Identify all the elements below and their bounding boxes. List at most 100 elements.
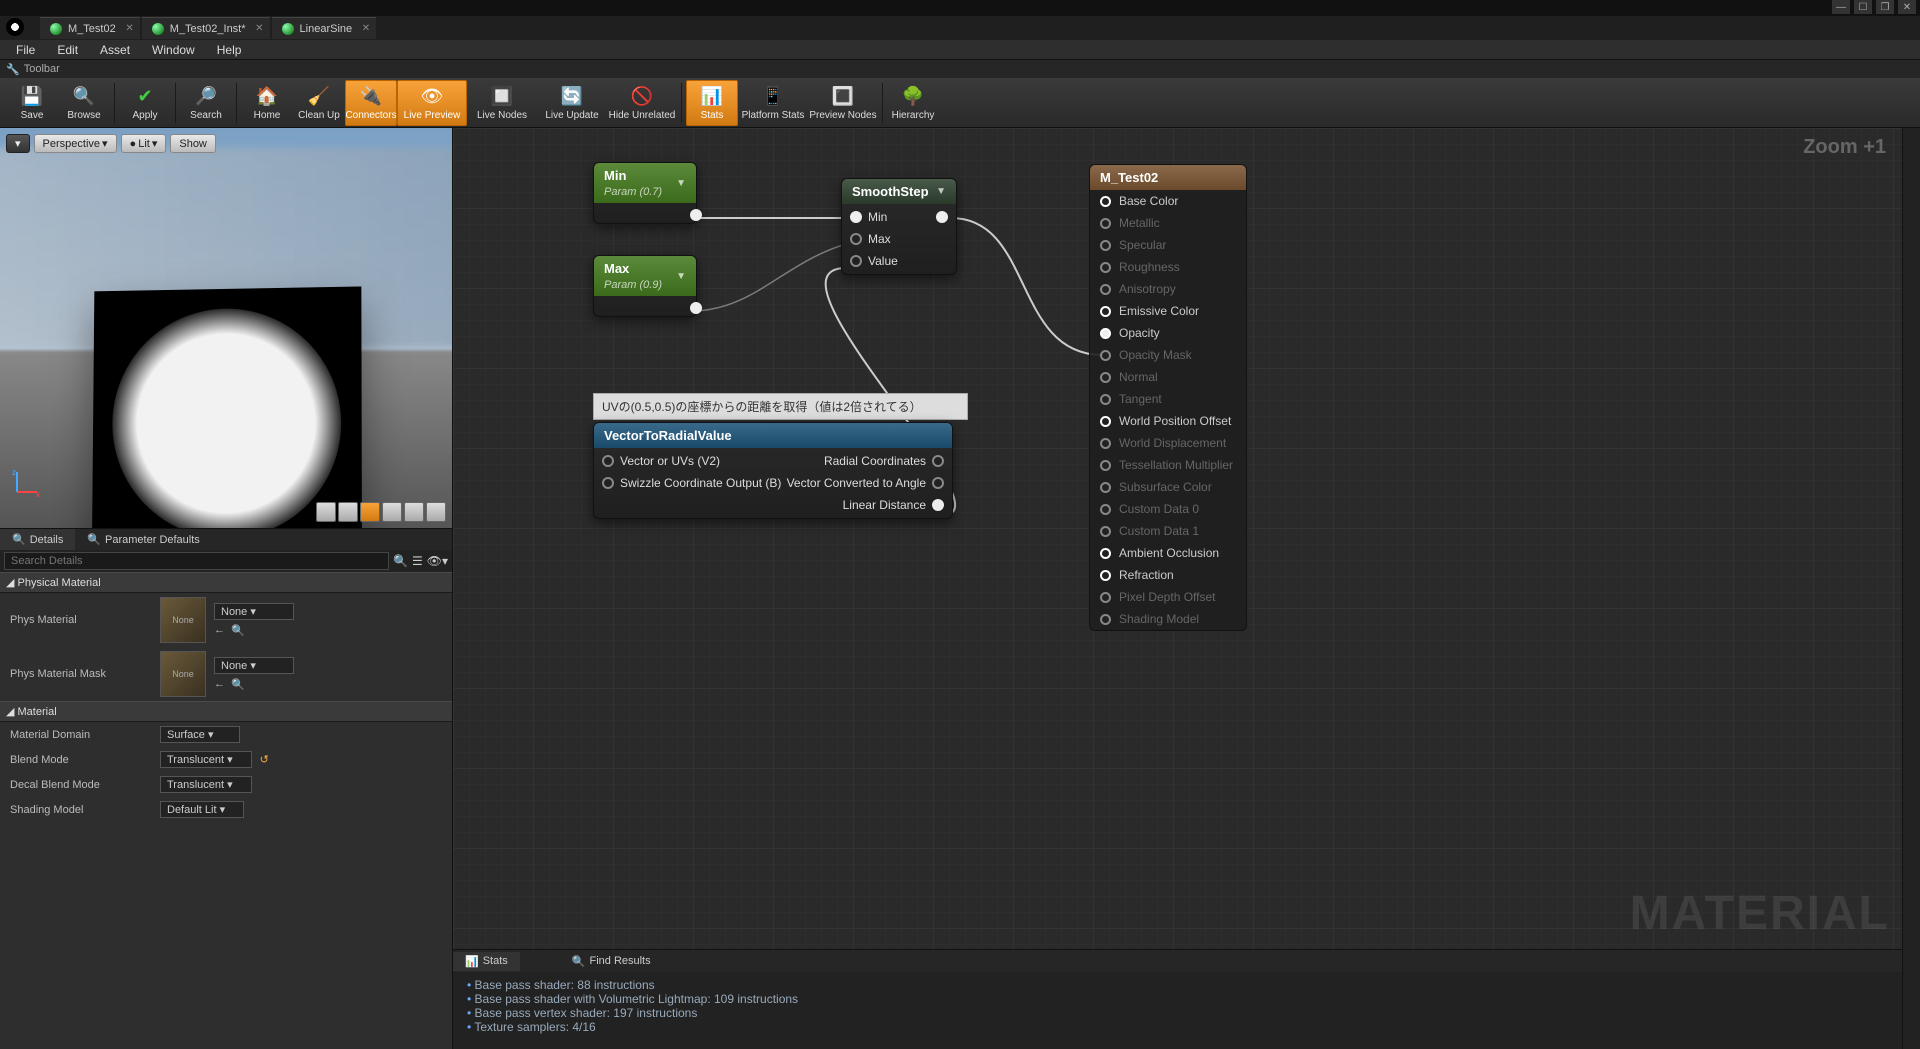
section-physical-material[interactable]: ◢ Physical Material <box>0 572 452 593</box>
document-tab[interactable]: LinearSine✕ <box>272 17 377 39</box>
tab-stats[interactable]: 📊 Stats <box>453 952 520 971</box>
viewport-options-button[interactable]: ▾ <box>6 134 30 153</box>
menu-file[interactable]: File <box>6 41 45 59</box>
pin-label: Opacity Mask <box>1119 348 1192 362</box>
output-pin[interactable] <box>690 209 702 221</box>
button-label: Stats <box>701 110 724 121</box>
menu-asset[interactable]: Asset <box>90 41 140 59</box>
output-pin[interactable] <box>690 302 702 314</box>
result-pin-opacity[interactable]: Opacity <box>1090 322 1246 344</box>
input-pin[interactable] <box>1100 548 1111 559</box>
filter-icon[interactable]: ☰ <box>412 554 423 568</box>
connectors-button[interactable]: 🔌Connectors <box>345 80 397 126</box>
pin-label: Custom Data 1 <box>1119 524 1199 538</box>
hierarchy-button[interactable]: 🌳Hierarchy <box>887 80 939 126</box>
eye-icon[interactable]: 👁▾ <box>427 554 448 568</box>
maximize-button[interactable]: ☐ <box>1854 0 1872 14</box>
pin-label: Opacity <box>1119 326 1160 340</box>
tab-parameter-defaults[interactable]: 🔍 Parameter Defaults <box>75 529 211 550</box>
minimize-button[interactable]: — <box>1832 0 1850 14</box>
browse-icon: 🔍 <box>72 84 96 108</box>
node-smoothstep[interactable]: SmoothStep▼ MinMaxValue <box>841 178 957 275</box>
input-pin[interactable] <box>602 455 614 467</box>
live-preview-button[interactable]: 👁Live Preview <box>397 80 467 126</box>
result-pin-world-position-offset[interactable]: World Position Offset <box>1090 410 1246 432</box>
apply-button[interactable]: ✔Apply <box>119 80 171 126</box>
result-pin-base-color[interactable]: Base Color <box>1090 190 1246 212</box>
live-update-icon: 🔄 <box>560 84 584 108</box>
browse-icon[interactable]: 🔍 <box>231 624 245 637</box>
use-selected-icon[interactable]: ← <box>214 678 225 691</box>
save-button[interactable]: 💾Save <box>6 80 58 126</box>
asset-thumbnail[interactable]: None <box>160 597 206 643</box>
toolbar-title: Toolbar <box>24 63 60 75</box>
stats-button[interactable]: 📊Stats <box>686 80 738 126</box>
menu-window[interactable]: Window <box>142 41 205 59</box>
input-pin[interactable] <box>850 211 862 223</box>
perspective-button[interactable]: Perspective ▾ <box>34 134 117 153</box>
close-icon[interactable]: ✕ <box>125 23 133 34</box>
input-pin[interactable] <box>1100 196 1111 207</box>
input-pin[interactable] <box>1100 306 1111 317</box>
lit-button[interactable]: ● Lit ▾ <box>121 134 167 153</box>
input-pin[interactable] <box>1100 570 1111 581</box>
output-pin[interactable] <box>936 211 948 223</box>
live-nodes-button[interactable]: 🔲Live Nodes <box>467 80 537 126</box>
input-pin[interactable] <box>850 233 862 245</box>
use-selected-icon[interactable]: ← <box>214 624 225 637</box>
show-button[interactable]: Show <box>170 134 216 153</box>
node-max[interactable]: MaxParam (0.9)▼ <box>593 255 697 317</box>
live-update-button[interactable]: 🔄Live Update <box>537 80 607 126</box>
browse-icon[interactable]: 🔍 <box>231 678 245 691</box>
asset-dropdown[interactable]: None ▾ <box>214 603 294 620</box>
close-icon[interactable]: ✕ <box>362 23 370 34</box>
preview-viewport[interactable]: ▾ Perspective ▾ ● Lit ▾ Show zx <box>0 128 452 528</box>
result-pin-refraction[interactable]: Refraction <box>1090 564 1246 586</box>
tab-find-results[interactable]: 🔍 Find Results <box>560 952 663 971</box>
search-button[interactable]: 🔎Search <box>180 80 232 126</box>
tab-details[interactable]: 🔍 Details <box>0 529 75 550</box>
property-dropdown[interactable]: Default Lit ▾ <box>160 801 244 818</box>
close-icon[interactable]: ✕ <box>255 23 263 34</box>
asset-thumbnail[interactable]: None <box>160 651 206 697</box>
platform-stats-button[interactable]: 📱Platform Stats <box>738 80 808 126</box>
home-button[interactable]: 🏠Home <box>241 80 293 126</box>
restore-button[interactable]: ❐ <box>1876 0 1894 14</box>
property-dropdown[interactable]: Translucent ▾ <box>160 776 252 793</box>
input-pin[interactable] <box>1100 328 1111 339</box>
node-vector-to-radial[interactable]: VectorToRadialValue Vector or UVs (V2) R… <box>593 422 953 519</box>
stats-line: Base pass shader with Volumetric Lightma… <box>467 992 1888 1006</box>
revert-icon[interactable]: ↺ <box>260 753 269 766</box>
output-pin[interactable] <box>932 477 944 489</box>
result-pin-ambient-occlusion[interactable]: Ambient Occlusion <box>1090 542 1246 564</box>
viewport-shape-buttons[interactable] <box>316 502 446 522</box>
asset-dropdown[interactable]: None ▾ <box>214 657 294 674</box>
document-tab[interactable]: M_Test02_Inst*✕ <box>142 17 270 39</box>
input-pin[interactable] <box>850 255 862 267</box>
document-tab[interactable]: M_Test02✕ <box>40 17 140 39</box>
node-min[interactable]: MinParam (0.7)▼ <box>593 162 697 224</box>
result-pin-emissive-color[interactable]: Emissive Color <box>1090 300 1246 322</box>
input-pin[interactable] <box>602 477 614 489</box>
browse-button[interactable]: 🔍Browse <box>58 80 110 126</box>
node-result[interactable]: M_Test02 Base ColorMetallicSpecularRough… <box>1089 164 1247 631</box>
property-dropdown[interactable]: Translucent ▾ <box>160 751 252 768</box>
menu-help[interactable]: Help <box>207 41 252 59</box>
comment-box[interactable]: UVの(0.5,0.5)の座標からの距離を取得（値は2倍されてる） <box>593 393 968 420</box>
material-graph[interactable]: Zoom +1 MATERIAL MinParam (0.7)▼ MaxPara… <box>453 128 1902 949</box>
section-material[interactable]: ◢ Material <box>0 701 452 722</box>
search-input[interactable] <box>4 552 389 570</box>
pin-label: Shading Model <box>1119 612 1199 626</box>
menu-edit[interactable]: Edit <box>47 41 88 59</box>
output-pin[interactable] <box>932 499 944 511</box>
input-pin[interactable] <box>1100 416 1111 427</box>
close-button[interactable]: ✕ <box>1898 0 1916 14</box>
clean-up-button[interactable]: 🧹Clean Up <box>293 80 345 126</box>
button-label: Preview Nodes <box>809 110 876 121</box>
input-pin <box>1100 372 1111 383</box>
output-pin[interactable] <box>932 455 944 467</box>
property-dropdown[interactable]: Surface ▾ <box>160 726 240 743</box>
preview-nodes-button[interactable]: 🔳Preview Nodes <box>808 80 878 126</box>
hide-unrelated-button[interactable]: 🚫Hide Unrelated <box>607 80 677 126</box>
search-icon: 🔎 <box>194 84 218 108</box>
